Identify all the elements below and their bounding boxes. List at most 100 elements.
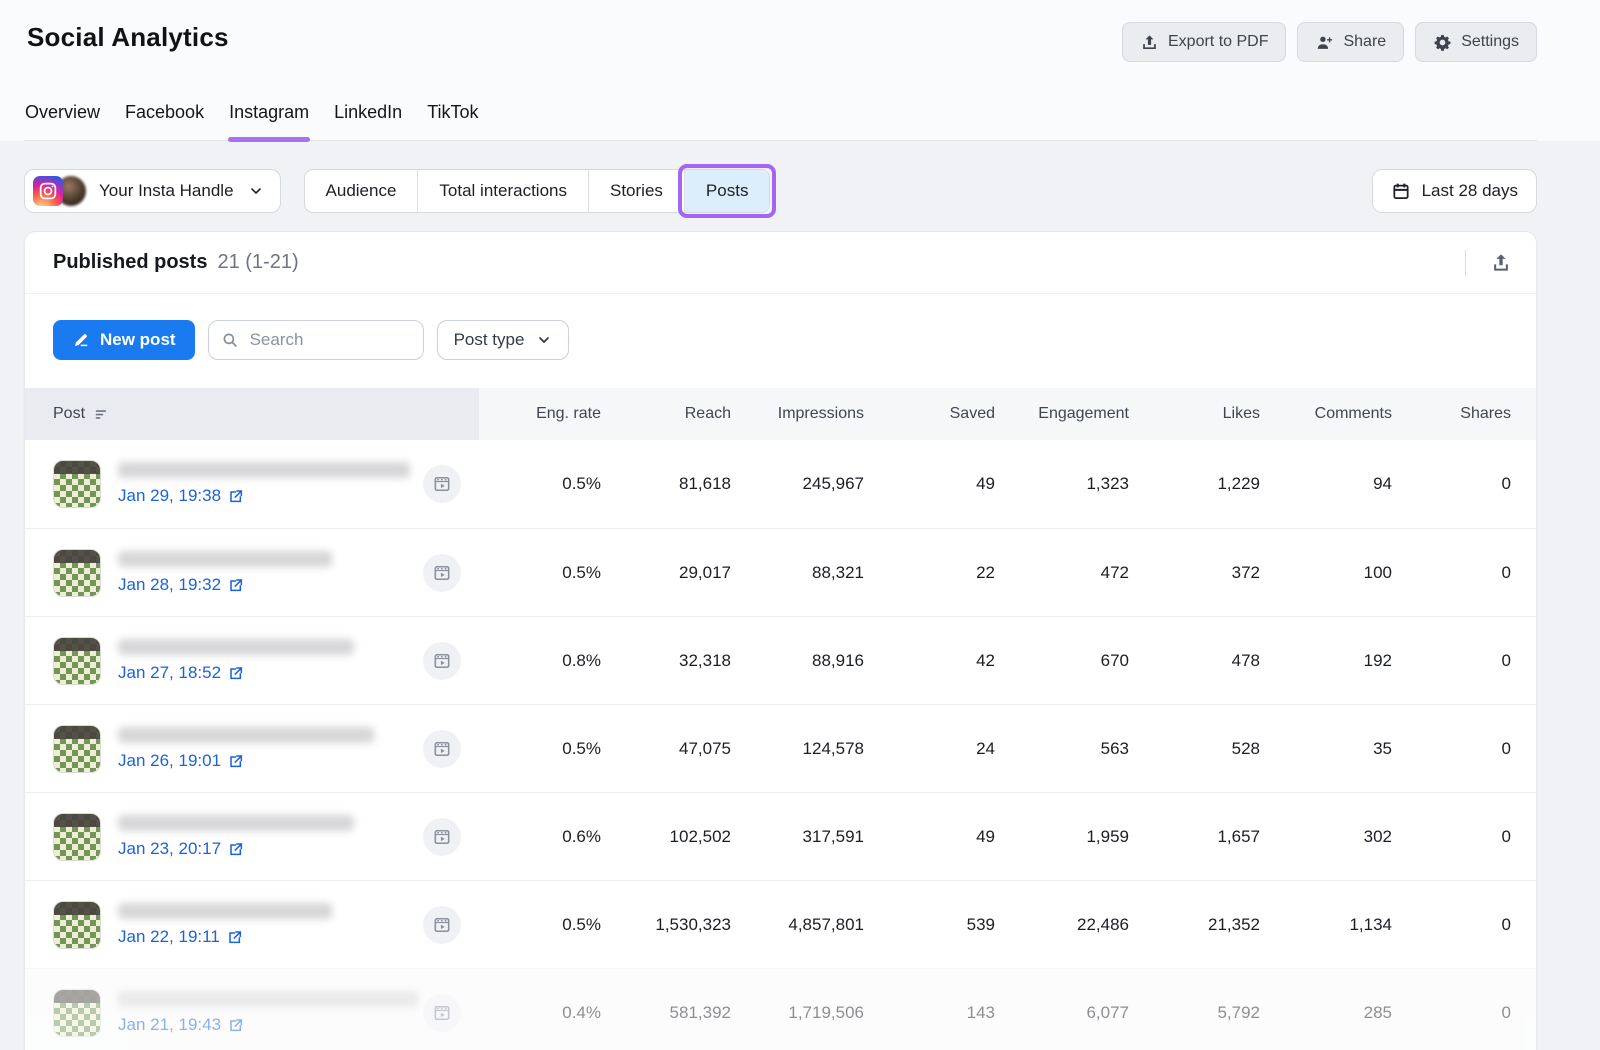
search-input[interactable] xyxy=(208,320,424,360)
tab-linkedin[interactable]: LinkedIn xyxy=(333,96,403,140)
video-post-icon xyxy=(423,906,461,944)
view-tab-stories[interactable]: Stories xyxy=(588,170,684,212)
filter-bar: Your Insta Handle Audience Total interac… xyxy=(24,169,1537,213)
post-thumbnail xyxy=(53,460,101,508)
post-title-blurred xyxy=(118,727,374,743)
table-toolbar: New post Post type xyxy=(25,294,1536,388)
page-title: Social Analytics xyxy=(27,22,229,53)
pencil-icon xyxy=(72,331,90,349)
post-type-label: Post type xyxy=(454,330,525,350)
date-range-button[interactable]: Last 28 days xyxy=(1372,169,1537,213)
post-date-link[interactable]: Jan 27, 18:52 xyxy=(118,663,244,683)
top-section: Social Analytics Export to PDF Share xyxy=(0,0,1600,141)
cell-engagement: 22,486 xyxy=(995,881,1129,968)
cell-impressions: 124,578 xyxy=(731,705,864,792)
account-selector[interactable]: Your Insta Handle xyxy=(24,169,281,213)
cell-comments: 100 xyxy=(1260,529,1392,616)
post-thumbnail xyxy=(53,989,101,1037)
post-text: Jan 26, 19:01 xyxy=(118,727,406,771)
post-date-link[interactable]: Jan 26, 19:01 xyxy=(118,751,244,771)
table-row: Jan 22, 19:11 0.5% 1,530,323 4,857,801 5… xyxy=(25,880,1536,968)
tab-facebook[interactable]: Facebook xyxy=(124,96,205,140)
post-date-link[interactable]: Jan 21, 19:43 xyxy=(118,1015,244,1035)
cell-likes: 528 xyxy=(1129,705,1260,792)
new-post-button[interactable]: New post xyxy=(53,320,195,360)
cell-eng-rate: 0.4% xyxy=(479,969,601,1050)
video-post-icon xyxy=(423,818,461,856)
post-title-blurred xyxy=(118,551,332,567)
export-table-button[interactable] xyxy=(1490,252,1512,274)
cell-eng-rate: 0.6% xyxy=(479,793,601,880)
table-row: Jan 28, 19:32 0.5% 29,017 88,321 22 472 … xyxy=(25,528,1536,616)
post-date: Jan 26, 19:01 xyxy=(118,751,221,771)
cell-eng-rate: 0.5% xyxy=(479,440,601,528)
calendar-icon xyxy=(1391,181,1411,201)
external-link-icon xyxy=(227,929,243,945)
post-text: Jan 22, 19:11 xyxy=(118,903,406,947)
video-post-icon xyxy=(423,554,461,592)
search-box xyxy=(208,320,424,360)
column-header-impressions: Impressions xyxy=(731,388,864,440)
cell-comments: 35 xyxy=(1260,705,1392,792)
view-tab-audience[interactable]: Audience xyxy=(305,170,418,212)
share-button[interactable]: Share xyxy=(1297,22,1404,62)
post-text: Jan 21, 19:43 xyxy=(118,991,406,1035)
cell-reach: 581,392 xyxy=(601,969,731,1050)
cell-eng-rate: 0.5% xyxy=(479,705,601,792)
cell-shares: 0 xyxy=(1392,969,1536,1050)
view-tab-total-interactions[interactable]: Total interactions xyxy=(417,170,588,212)
table-body: Jan 29, 19:38 0.5% 81,618 245,967 49 1,3… xyxy=(25,440,1536,1050)
tab-tiktok[interactable]: TikTok xyxy=(426,96,479,140)
settings-label: Settings xyxy=(1461,33,1519,51)
column-header-engagement: Engagement xyxy=(995,388,1129,440)
cell-comments: 302 xyxy=(1260,793,1392,880)
post-date: Jan 27, 18:52 xyxy=(118,663,221,683)
column-header-saved: Saved xyxy=(864,388,995,440)
table-row: Jan 21, 19:43 0.4% 581,392 1,719,506 143… xyxy=(25,968,1536,1050)
post-title-blurred xyxy=(118,462,410,478)
cell-saved: 24 xyxy=(864,705,995,792)
divider xyxy=(1465,250,1466,276)
column-header-likes: Likes xyxy=(1129,388,1260,440)
cell-likes: 478 xyxy=(1129,617,1260,704)
column-header-post[interactable]: Post xyxy=(25,388,479,440)
cell-eng-rate: 0.8% xyxy=(479,617,601,704)
cell-likes: 372 xyxy=(1129,529,1260,616)
settings-button[interactable]: Settings xyxy=(1415,22,1537,62)
post-date-link[interactable]: Jan 28, 19:32 xyxy=(118,575,244,595)
cell-saved: 539 xyxy=(864,881,995,968)
view-tab-posts[interactable]: Posts xyxy=(684,170,770,212)
view-segmented-control: Audience Total interactions Stories Post… xyxy=(304,169,771,213)
table-row: Jan 29, 19:38 0.5% 81,618 245,967 49 1,3… xyxy=(25,440,1536,528)
column-header-eng-rate: Eng. rate xyxy=(479,388,601,440)
post-cell: Jan 27, 18:52 xyxy=(25,617,479,704)
external-link-icon xyxy=(228,1017,244,1033)
post-thumbnail xyxy=(53,725,101,773)
table-row: Jan 27, 18:52 0.8% 32,318 88,916 42 670 … xyxy=(25,616,1536,704)
cell-likes: 5,792 xyxy=(1129,969,1260,1050)
cell-impressions: 317,591 xyxy=(731,793,864,880)
cell-shares: 0 xyxy=(1392,793,1536,880)
video-post-icon xyxy=(423,642,461,680)
view-tab-posts-label: Posts xyxy=(706,181,749,201)
tab-overview[interactable]: Overview xyxy=(24,96,101,140)
export-pdf-button[interactable]: Export to PDF xyxy=(1122,22,1286,62)
platform-tabs: Overview Facebook Instagram LinkedIn Tik… xyxy=(24,96,1537,141)
cell-comments: 192 xyxy=(1260,617,1392,704)
post-date-link[interactable]: Jan 22, 19:11 xyxy=(118,927,243,947)
cell-eng-rate: 0.5% xyxy=(479,881,601,968)
post-date-link[interactable]: Jan 23, 20:17 xyxy=(118,839,244,859)
post-cell: Jan 23, 20:17 xyxy=(25,793,479,880)
card-title: Published posts xyxy=(53,251,207,274)
post-column-label: Post xyxy=(53,405,85,423)
table-row: Jan 26, 19:01 0.5% 47,075 124,578 24 563… xyxy=(25,704,1536,792)
post-type-dropdown[interactable]: Post type xyxy=(437,320,570,360)
tab-instagram[interactable]: Instagram xyxy=(228,96,310,140)
post-date-link[interactable]: Jan 29, 19:38 xyxy=(118,486,244,506)
video-post-icon xyxy=(423,994,461,1032)
cell-engagement: 472 xyxy=(995,529,1129,616)
export-icon xyxy=(1490,252,1512,274)
post-date: Jan 29, 19:38 xyxy=(118,486,221,506)
cell-reach: 1,530,323 xyxy=(601,881,731,968)
column-header-comments: Comments xyxy=(1260,388,1392,440)
